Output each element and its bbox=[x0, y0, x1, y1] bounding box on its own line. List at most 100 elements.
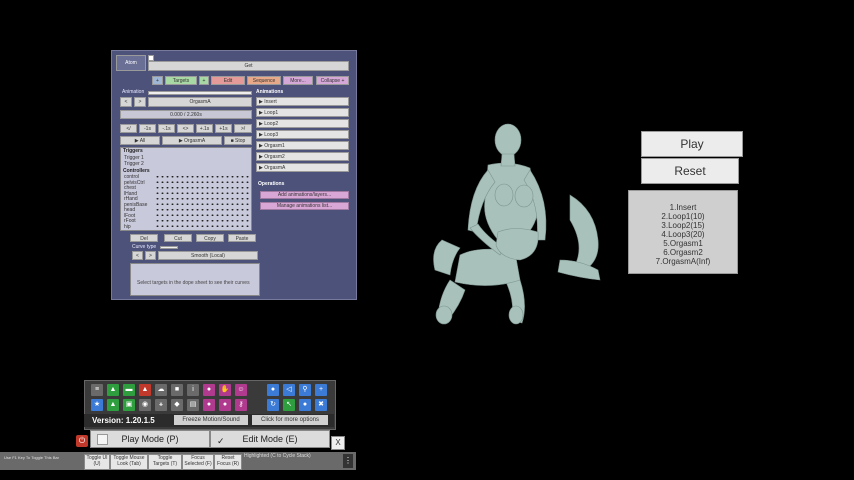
tab-collapse[interactable]: Collapse + bbox=[316, 76, 349, 85]
mask-icon[interactable]: ◆ bbox=[171, 399, 183, 411]
timeline-panel: Atom Get + Targets + Edit Sequence More.… bbox=[111, 50, 357, 300]
sequence-list: 1.Insert 2.Loop1(10) 3.Loop2(15) 4.Loop3… bbox=[628, 190, 738, 274]
kebab-menu-icon[interactable]: ⋮ bbox=[343, 454, 353, 468]
cut-button[interactable]: Cut bbox=[164, 234, 192, 242]
tab-add-button[interactable]: + bbox=[152, 76, 163, 85]
step-first-button[interactable]: </ bbox=[120, 124, 137, 133]
tab-sequence[interactable]: Sequence bbox=[247, 76, 281, 85]
copy-button[interactable]: Copy bbox=[196, 234, 224, 242]
sequence-item: 4.Loop3(20) bbox=[661, 230, 705, 239]
animation-item-loop3[interactable]: ▶ Loop3 bbox=[256, 130, 349, 139]
operations-header: Operations bbox=[258, 181, 285, 187]
curve-type-label: Curve type bbox=[132, 244, 157, 250]
cursor-icon[interactable]: ↖ bbox=[283, 399, 295, 411]
star-icon[interactable]: ★ bbox=[91, 399, 103, 411]
next-animation-button[interactable]: > bbox=[134, 97, 146, 107]
sequence-item: 5.Orgasm1 bbox=[663, 239, 703, 248]
exit-icon[interactable]: ▲ bbox=[139, 384, 151, 396]
triggers-header: Triggers bbox=[123, 148, 143, 154]
toggle-targets-button[interactable]: Toggle Targets (T) bbox=[148, 454, 182, 470]
play-orgasm-button[interactable]: ▶ OrgasmA bbox=[162, 136, 222, 145]
play-button[interactable]: Play bbox=[641, 131, 743, 157]
key-icon[interactable]: ⚷ bbox=[235, 399, 247, 411]
step-fwd-1s-button[interactable]: +1s bbox=[215, 124, 232, 133]
stop-button[interactable]: ■ Stop bbox=[224, 136, 252, 145]
curve-type-slider[interactable] bbox=[160, 246, 178, 249]
power-icon[interactable]: ⏻ bbox=[76, 435, 88, 447]
tab-targets[interactable]: Targets bbox=[165, 76, 197, 85]
people-icon[interactable]: ● bbox=[203, 399, 215, 411]
get-button[interactable]: Get bbox=[148, 61, 349, 71]
controller-row[interactable]: hip bbox=[124, 224, 131, 230]
play-mode-checkbox[interactable] bbox=[97, 434, 108, 445]
animation-item-orgasm1[interactable]: ▶ Orgasm1 bbox=[256, 141, 349, 150]
time-display: 0.000 / 2.260s bbox=[120, 110, 252, 119]
save-scene-icon[interactable]: ▲ bbox=[107, 384, 119, 396]
user-settings-icon[interactable]: ● bbox=[299, 399, 311, 411]
bottom-bar: Use F1 Key To Toggle This Bar Toggle UI … bbox=[0, 452, 356, 470]
camera-icon[interactable]: ◉ bbox=[139, 399, 151, 411]
animation-item-loop1[interactable]: ▶ Loop1 bbox=[256, 108, 349, 117]
manage-animations-button[interactable]: Manage animations list... bbox=[260, 202, 349, 210]
menu-icon[interactable]: ≡ bbox=[91, 384, 103, 396]
prev-curve-button[interactable]: < bbox=[132, 251, 143, 260]
tools-icon[interactable]: ✖ bbox=[315, 399, 327, 411]
cloud-icon[interactable]: ☁ bbox=[155, 384, 167, 396]
animation-item-orgasm2[interactable]: ▶ Orgasm2 bbox=[256, 152, 349, 161]
document-icon[interactable]: ▤ bbox=[187, 399, 199, 411]
image-icon[interactable]: ▣ bbox=[123, 399, 135, 411]
toggle-mouse-look-button[interactable]: Toggle Mouse Look (Tab) bbox=[110, 454, 148, 470]
step-back-01s-button[interactable]: -.1s bbox=[158, 124, 175, 133]
close-button[interactable]: X bbox=[331, 436, 345, 450]
focus-selected-button[interactable]: Focus Selected (F) bbox=[182, 454, 214, 470]
play-mode-button[interactable]: Play Mode (P) bbox=[90, 430, 210, 448]
hierarchy-icon[interactable]: ⚹ bbox=[155, 399, 167, 411]
keyframe-dots[interactable] bbox=[155, 174, 250, 230]
animation-select[interactable]: OrgasmA bbox=[148, 97, 252, 107]
freeze-motion-button[interactable]: Freeze Motion/Sound bbox=[174, 415, 248, 425]
share-icon[interactable]: ◁ bbox=[283, 384, 295, 396]
user-icon[interactable]: ● bbox=[267, 384, 279, 396]
save-as-icon[interactable]: ▲ bbox=[107, 399, 119, 411]
delete-button[interactable]: Del bbox=[130, 234, 158, 242]
trigger-row[interactable]: Trigger 2 bbox=[124, 161, 144, 167]
edit-mode-button[interactable]: ✓ Edit Mode (E) bbox=[210, 430, 330, 448]
open-folder-icon[interactable]: ▬ bbox=[123, 384, 135, 396]
step-last-button[interactable]: >/ bbox=[234, 124, 252, 133]
animation-item-loop2[interactable]: ▶ Loop2 bbox=[256, 119, 349, 128]
play-all-button[interactable]: ▶ All bbox=[120, 136, 160, 145]
face-icon[interactable]: ☺ bbox=[235, 384, 247, 396]
more-options-button[interactable]: Click for more options bbox=[252, 415, 328, 425]
animation-item-orgasma[interactable]: ▶ OrgasmA bbox=[256, 163, 349, 172]
tab-more[interactable]: More... bbox=[283, 76, 313, 85]
cube-icon[interactable]: ■ bbox=[171, 384, 183, 396]
reset-button[interactable]: Reset bbox=[641, 158, 739, 184]
add-icon[interactable]: + bbox=[315, 384, 327, 396]
curve-type-select[interactable]: Smooth (Local) bbox=[158, 251, 258, 260]
character-figure[interactable] bbox=[420, 120, 620, 325]
step-back-1s-button[interactable]: -1s bbox=[139, 124, 156, 133]
toggle-ui-button[interactable]: Toggle UI (U) bbox=[84, 454, 110, 470]
sequence-item: 7.OrgasmA(Inf) bbox=[655, 257, 711, 266]
paste-button[interactable]: Paste bbox=[228, 234, 256, 242]
targets-add-button[interactable]: + bbox=[199, 76, 209, 85]
link-icon[interactable]: ⚲ bbox=[299, 384, 311, 396]
tab-edit[interactable]: Edit bbox=[211, 76, 245, 85]
reset-focus-button[interactable]: Reset Focus (R) bbox=[214, 454, 242, 470]
next-curve-button[interactable]: > bbox=[145, 251, 156, 260]
animation-slider[interactable] bbox=[148, 91, 252, 95]
person-icon[interactable]: ● bbox=[203, 384, 215, 396]
hand-icon[interactable]: ✋ bbox=[219, 384, 231, 396]
rotate-icon[interactable]: ↻ bbox=[267, 399, 279, 411]
step-snap-button[interactable]: <> bbox=[177, 124, 194, 133]
prev-animation-button[interactable]: < bbox=[120, 97, 132, 107]
add-animations-button[interactable]: Add animations/layers... bbox=[260, 191, 349, 199]
sequence-item: 6.Orgasm2 bbox=[663, 248, 703, 257]
animation-item-insert[interactable]: ▶ Insert bbox=[256, 97, 349, 106]
sequence-item: 2.Loop1(10) bbox=[661, 212, 705, 221]
info-icon[interactable]: i bbox=[187, 384, 199, 396]
step-fwd-01s-button[interactable]: +.1s bbox=[196, 124, 213, 133]
pose-icon[interactable]: ● bbox=[219, 399, 231, 411]
tab-atom[interactable]: Atom bbox=[116, 55, 146, 71]
dope-sheet[interactable]: Triggers Trigger 1 Trigger 2 Controllers… bbox=[120, 147, 252, 231]
